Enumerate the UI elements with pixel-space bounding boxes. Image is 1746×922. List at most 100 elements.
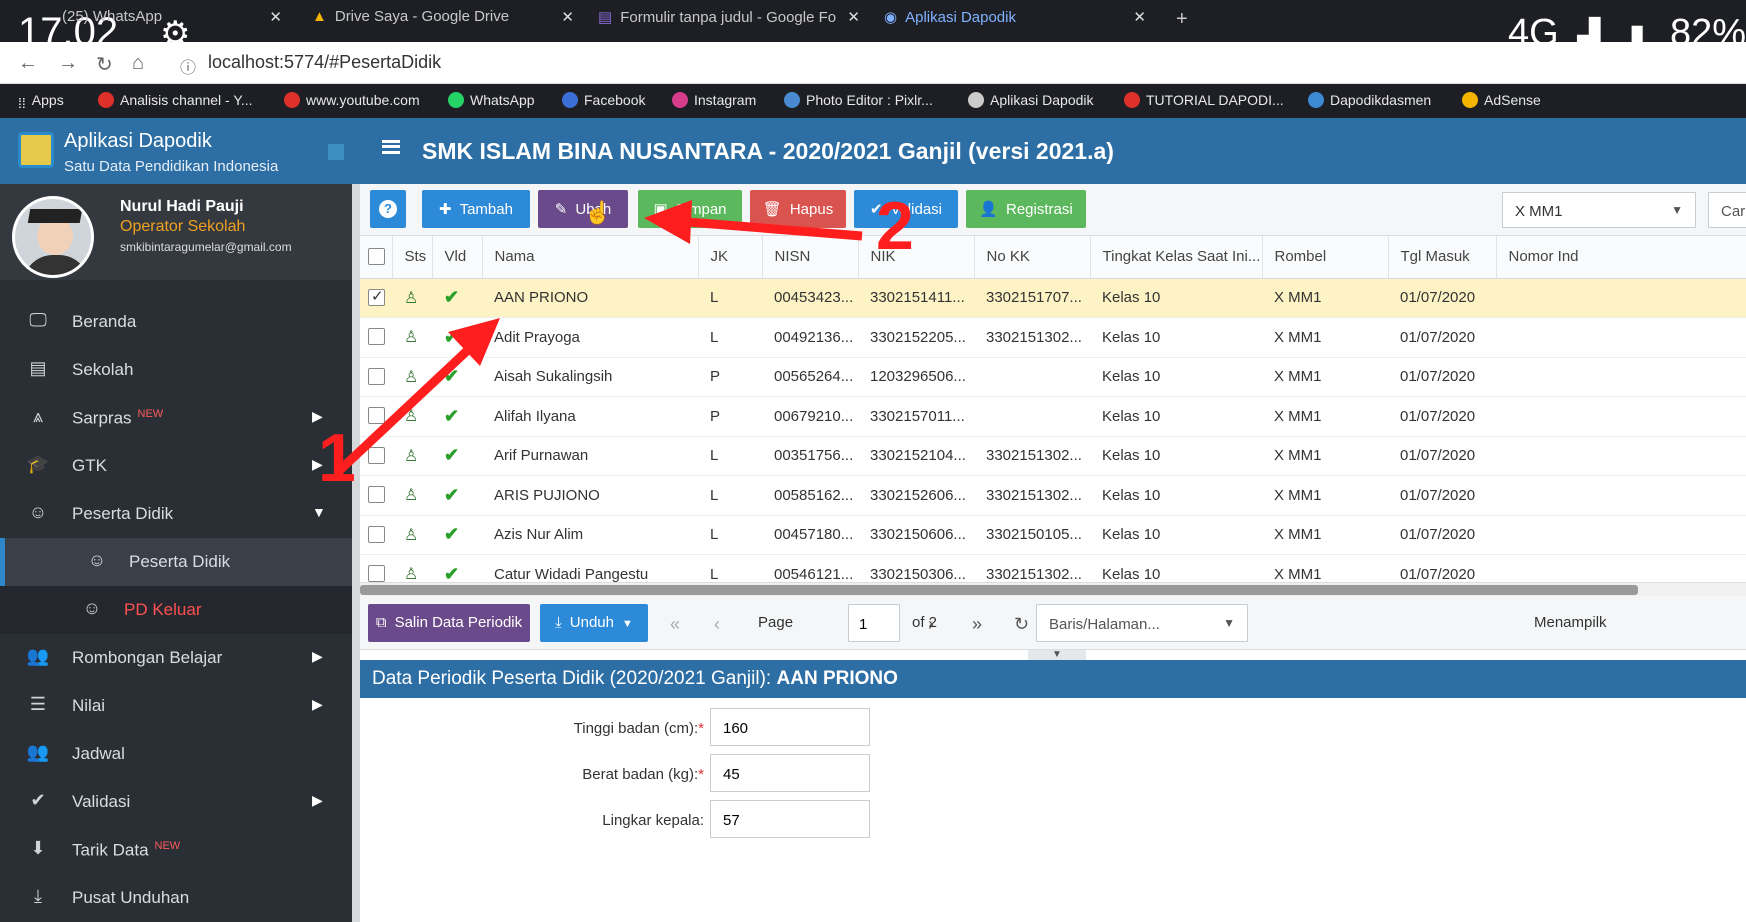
- field-input[interactable]: 160: [710, 708, 870, 746]
- youtube-icon: [284, 92, 300, 108]
- back-icon[interactable]: ←: [18, 52, 38, 75]
- sidebar-item-peserta-didik[interactable]: ☺ Peserta Didik: [0, 538, 352, 586]
- unduh-button[interactable]: ⤓ Unduh ▼: [540, 604, 648, 642]
- sidebar-item-gtk[interactable]: 🎓 GTK ▶: [0, 442, 352, 490]
- search-input[interactable]: Cari: [1708, 192, 1746, 228]
- forward-icon[interactable]: →: [58, 52, 78, 75]
- bookmarks-bar: ⁞⁞ Apps Analisis channel - Y... www.youtu…: [0, 84, 1746, 118]
- tab-whatsapp[interactable]: (25) WhatsApp ✕: [62, 8, 282, 34]
- row-checkbox[interactable]: [360, 396, 392, 437]
- close-icon[interactable]: ✕: [1133, 8, 1146, 26]
- table-row[interactable]: ♙ ✔ Adit Prayoga L 00492136... 3302152205... 3…: [360, 317, 1746, 358]
- bookmark-apps[interactable]: ⁞⁞ Apps: [18, 92, 64, 111]
- sidebar-item-jadwal[interactable]: 👥 Jadwal: [0, 730, 352, 778]
- monitor-icon: 🖵: [29, 310, 47, 330]
- sidebar-item-beranda[interactable]: 🖵 Beranda: [0, 298, 352, 346]
- tab-google-forms[interactable]: ▤ Formulir tanpa judul - Google Fo ✕: [598, 8, 860, 34]
- new-tab-button[interactable]: +: [1176, 8, 1196, 34]
- row-checkbox[interactable]: [360, 317, 392, 358]
- close-icon[interactable]: ✕: [847, 8, 860, 26]
- horizontal-scrollbar[interactable]: [360, 582, 1746, 596]
- row-checkbox[interactable]: [360, 357, 392, 397]
- info-icon[interactable]: ⓘ: [180, 54, 196, 78]
- sidebar-item-validasi[interactable]: ✔ Validasi ▶: [0, 778, 352, 826]
- table-row[interactable]: ♙ ✔ Arif Purnawan L 00351756... 3302152104...…: [360, 436, 1746, 476]
- table-row[interactable]: ♙ ✔ Azis Nur Alim L 00457180... 3302150606...…: [360, 515, 1746, 555]
- last-page-icon[interactable]: »: [972, 614, 982, 635]
- rows-per-page-select[interactable]: Baris/Halaman... ▼: [1036, 604, 1248, 642]
- sidebar-item-rombongan-belajar[interactable]: 👥 Rombongan Belajar ▶: [0, 634, 352, 682]
- dapodik-icon: [968, 92, 984, 108]
- home-icon[interactable]: ⌂: [132, 52, 144, 75]
- field-input[interactable]: 57: [710, 800, 870, 838]
- cell-nisn: 00585162...: [762, 475, 858, 516]
- sidebar-item-pd-keluar[interactable]: ☺ PD Keluar: [0, 586, 352, 634]
- bookmark-whatsapp[interactable]: WhatsApp: [448, 92, 535, 108]
- splitter-toggle[interactable]: ▼: [1028, 650, 1086, 660]
- sidebar-item-text: Pusat Unduhan: [72, 888, 190, 907]
- bookmark-adsense[interactable]: AdSense: [1462, 92, 1541, 108]
- sidebar-item-pusat-unduhan[interactable]: ⤓ Pusat Unduhan: [0, 874, 352, 922]
- help-button[interactable]: ?: [370, 190, 406, 228]
- tab-google-drive[interactable]: ▲ Drive Saya - Google Drive ✕: [312, 8, 574, 34]
- close-icon[interactable]: ✕: [561, 8, 574, 26]
- col-nama[interactable]: Nama: [482, 236, 699, 279]
- simpan-button[interactable]: ▣ Simpan: [638, 190, 742, 228]
- bookmark-aplikasi-dapodik[interactable]: Aplikasi Dapodik: [968, 92, 1094, 108]
- tab-aplikasi-dapodik[interactable]: ◉ Aplikasi Dapodik ✕: [884, 8, 1146, 34]
- url-field[interactable]: localhost:5774/#PesertaDidik: [208, 52, 441, 73]
- bookmark-dapodikdasmen[interactable]: Dapodikdasmen: [1308, 92, 1431, 108]
- col-jk[interactable]: JK: [698, 236, 763, 279]
- cell-nokk: 3302150105...: [974, 515, 1090, 555]
- page-number-input[interactable]: 1: [848, 604, 900, 642]
- field-label: Tinggi badan (cm):*: [360, 720, 704, 737]
- bookmark-instagram[interactable]: Instagram: [672, 92, 756, 108]
- table-row[interactable]: ♙ ✔ Aisah Sukalingsih P 00565264... 120329650…: [360, 357, 1746, 397]
- col-rombel[interactable]: Rombel: [1262, 236, 1389, 279]
- registrasi-button[interactable]: 👤 Registrasi: [966, 190, 1086, 228]
- whatsapp-icon: [448, 92, 464, 108]
- bookmark-youtube[interactable]: www.youtube.com: [284, 92, 420, 108]
- sidebar-item-tarik-data[interactable]: ⬇ Tarik Data NEW: [0, 826, 352, 874]
- table-row[interactable]: ♙ ✔ Alifah Ilyana P 00679210... 3302157011...…: [360, 396, 1746, 437]
- tambah-button[interactable]: ✚ Tambah: [422, 190, 530, 228]
- field-input[interactable]: 45: [710, 754, 870, 792]
- close-icon[interactable]: ✕: [269, 8, 282, 26]
- col-tgl-masuk[interactable]: Tgl Masuk: [1388, 236, 1497, 279]
- prev-page-icon[interactable]: ‹: [714, 614, 720, 635]
- hamburger-menu-icon[interactable]: [382, 140, 400, 154]
- rombel-filter-select[interactable]: X MM1 ▼: [1502, 192, 1696, 228]
- salin-data-periodik-button[interactable]: ⧉ Salin Data Periodik: [368, 604, 530, 642]
- sidebar-item-sarpras[interactable]: ⩓ Sarpras NEW ▶: [0, 394, 352, 442]
- select-all-checkbox[interactable]: [360, 236, 393, 279]
- col-tingkat-kelas[interactable]: Tingkat Kelas Saat Ini...: [1090, 236, 1263, 279]
- row-checkbox[interactable]: [360, 475, 392, 516]
- refresh-icon[interactable]: ↻: [1014, 614, 1029, 635]
- row-checkbox[interactable]: [360, 436, 392, 476]
- col-nomor-induk[interactable]: Nomor Ind: [1496, 236, 1746, 279]
- bookmark-tutorial-dapodik[interactable]: TUTORIAL DAPODI...: [1124, 92, 1284, 108]
- bookmark-photo-editor[interactable]: Photo Editor : Pixlr...: [784, 92, 933, 108]
- scrollbar-thumb[interactable]: [360, 585, 1638, 595]
- col-sts[interactable]: Sts: [392, 236, 433, 279]
- col-nisn[interactable]: NISN: [762, 236, 859, 279]
- sidebar-item-peserta-didik[interactable]: ☺ Peserta Didik ▼: [0, 490, 352, 538]
- ubah-button[interactable]: ✎ Ubah: [538, 190, 628, 228]
- first-page-icon[interactable]: «: [670, 614, 680, 635]
- hapus-button[interactable]: 🗑 Hapus: [750, 190, 846, 228]
- cell-kelas: Kelas 10: [1090, 436, 1262, 476]
- bookmark-facebook[interactable]: Facebook: [562, 92, 645, 108]
- sidebar-collapse-icon[interactable]: [328, 144, 344, 160]
- col-vld[interactable]: Vld: [432, 236, 483, 279]
- sidebar-item-nilai[interactable]: ☰ Nilai ▶: [0, 682, 352, 730]
- list-icon: ☰: [29, 694, 47, 714]
- row-checkbox[interactable]: [360, 515, 392, 555]
- next-page-icon[interactable]: ›: [928, 614, 934, 635]
- bookmark-analisis-channel[interactable]: Analisis channel - Y...: [98, 92, 253, 108]
- table-row[interactable]: ♙ ✔ AAN PRIONOL00453423...3302151411...330…: [360, 278, 1746, 318]
- row-checkbox[interactable]: [360, 278, 392, 318]
- table-row[interactable]: ♙ ✔ ARIS PUJIONO L 00585162... 3302152606... 3…: [360, 475, 1746, 516]
- sidebar-item-sekolah[interactable]: ▤ Sekolah: [0, 346, 352, 394]
- col-no-kk[interactable]: No KK: [974, 236, 1091, 279]
- reload-icon[interactable]: ↻: [96, 52, 113, 77]
